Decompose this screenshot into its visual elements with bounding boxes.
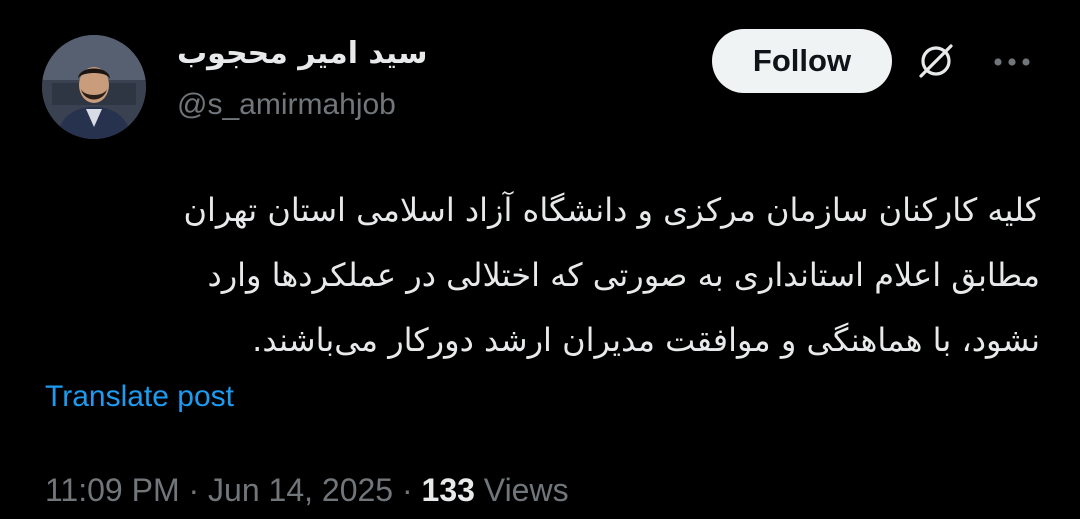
- tweet-time[interactable]: 11:09 PM: [45, 472, 180, 508]
- translate-post-link[interactable]: Translate post: [45, 380, 234, 414]
- tweet-line: نشود، با هماهنگی و موافقت مدیران ارشد دو…: [252, 321, 1040, 359]
- more-dots-icon[interactable]: [990, 50, 1034, 74]
- meta-separator: ·: [188, 472, 200, 508]
- avatar[interactable]: [42, 35, 146, 139]
- meta-separator: ·: [401, 472, 413, 508]
- tweet-text: کلیه کارکنان سازمان مرکزی و دانشگاه آزاد…: [40, 178, 1040, 373]
- tweet-line: کلیه کارکنان سازمان مرکزی و دانشگاه آزاد…: [183, 191, 1040, 229]
- author-display-name[interactable]: سید امیر محجوب: [177, 36, 428, 71]
- grok-slash-icon[interactable]: [913, 38, 959, 84]
- views-label: Views: [483, 472, 569, 508]
- avatar-image: [42, 35, 146, 139]
- tweet-meta: 11:09 PM · Jun 14, 2025 · 133 Views: [45, 472, 569, 509]
- views-count: 133: [421, 472, 475, 508]
- author-handle[interactable]: @s_amirmahjob: [177, 88, 396, 122]
- follow-button[interactable]: Follow: [712, 29, 892, 93]
- tweet-line: مطابق اعلام استانداری به صورتی که اختلال…: [207, 256, 1040, 294]
- tweet-date[interactable]: Jun 14, 2025: [208, 472, 393, 508]
